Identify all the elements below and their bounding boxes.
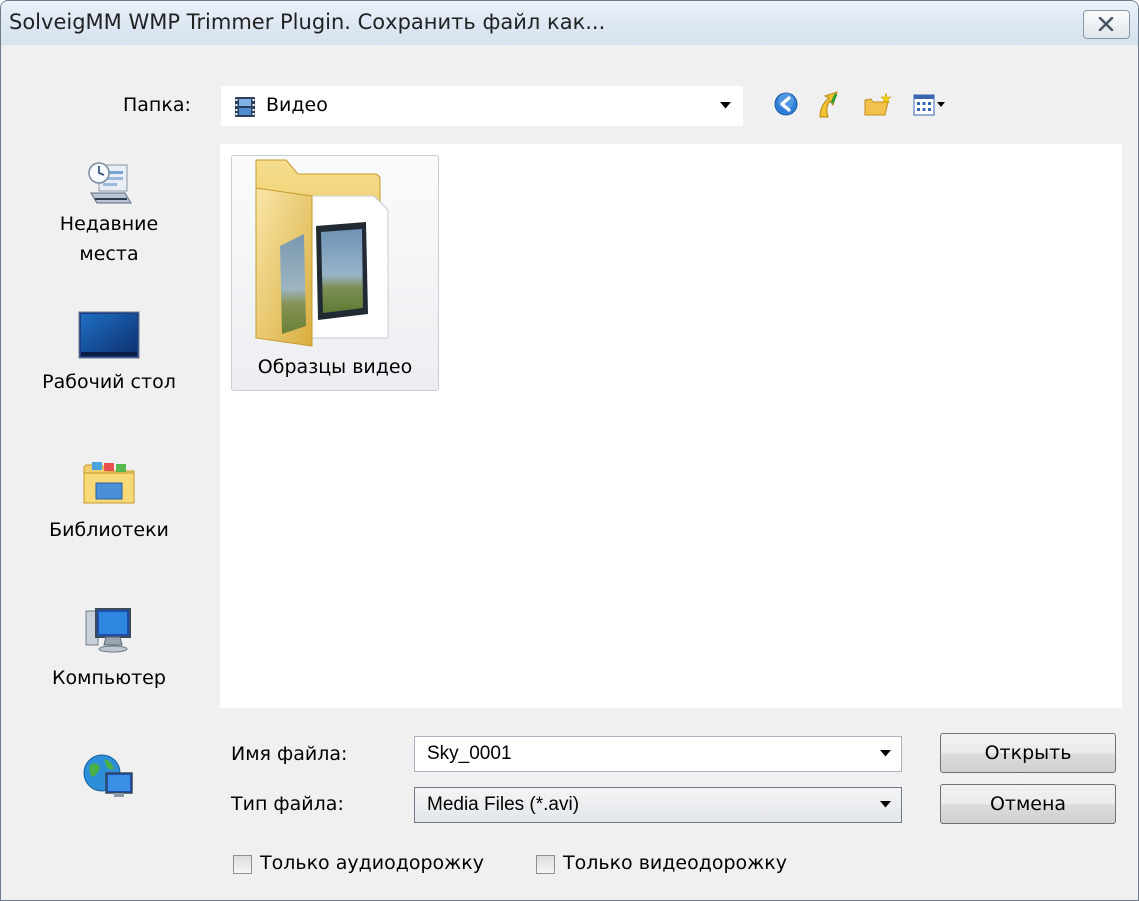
computer-icon	[85, 608, 131, 653]
place-libraries-label: Библиотеки	[49, 519, 169, 541]
place-desktop-label: Рабочий стол	[42, 371, 176, 393]
new-folder-icon[interactable]	[863, 90, 893, 118]
video-only-box[interactable]	[536, 855, 555, 874]
recent-places-icon	[88, 162, 132, 204]
location-label: Папка:	[123, 94, 191, 116]
location-combobox[interactable]: Видео	[221, 86, 743, 126]
places-bar: Недавние места Рабочий стол Библиотеки К…	[11, 143, 207, 797]
filetype-label: Тип файла:	[231, 793, 344, 815]
save-dialog: SolveigMM WMP Trimmer Plugin. Сохранить …	[0, 0, 1139, 901]
filetype-value: Media Files (*.avi)	[427, 794, 580, 815]
file-list[interactable]: Образцы видео	[220, 144, 1122, 708]
open-button[interactable]: Открыть	[940, 733, 1116, 773]
video-library-icon	[235, 97, 255, 117]
cancel-button[interactable]: Отмена	[940, 784, 1116, 824]
place-libraries[interactable]: Библиотеки	[11, 459, 207, 545]
video-only-label: Только видеодорожку	[563, 852, 787, 874]
place-desktop[interactable]: Рабочий стол	[11, 311, 207, 397]
filename-label: Имя файла:	[231, 743, 348, 765]
desktop-icon	[78, 311, 140, 359]
chevron-down-icon[interactable]	[880, 750, 891, 757]
close-icon	[1098, 17, 1114, 31]
window-title: SolveigMM WMP Trimmer Plugin. Сохранить …	[9, 10, 606, 34]
place-computer[interactable]: Компьютер	[11, 605, 207, 693]
list-item[interactable]: Образцы видео	[231, 155, 439, 391]
place-recent-label-2: места	[79, 243, 139, 265]
audio-only-label: Только аудиодорожку	[260, 852, 484, 874]
filename-value: Sky_0001	[427, 743, 512, 764]
back-icon[interactable]	[774, 92, 798, 116]
libraries-icon	[83, 462, 135, 504]
place-computer-label: Компьютер	[52, 667, 166, 689]
network-icon	[83, 754, 133, 797]
video-folder-icon	[255, 159, 389, 347]
audio-only-box[interactable]	[233, 855, 252, 874]
up-folder-icon[interactable]	[816, 89, 844, 119]
location-value: Видео	[266, 94, 328, 116]
list-item-label: Образцы видео	[257, 356, 413, 378]
view-menu-icon[interactable]	[913, 94, 947, 116]
title-bar: SolveigMM WMP Trimmer Plugin. Сохранить …	[1, 1, 1138, 45]
chevron-down-icon	[720, 102, 731, 109]
chevron-down-icon	[880, 801, 891, 808]
place-network[interactable]	[11, 753, 207, 799]
place-recent-label-1: Недавние	[59, 213, 159, 235]
filename-input[interactable]: Sky_0001	[414, 736, 902, 772]
close-button[interactable]	[1083, 10, 1130, 39]
filetype-select[interactable]: Media Files (*.avi)	[414, 787, 902, 823]
place-recent[interactable]: Недавние места	[11, 159, 207, 269]
